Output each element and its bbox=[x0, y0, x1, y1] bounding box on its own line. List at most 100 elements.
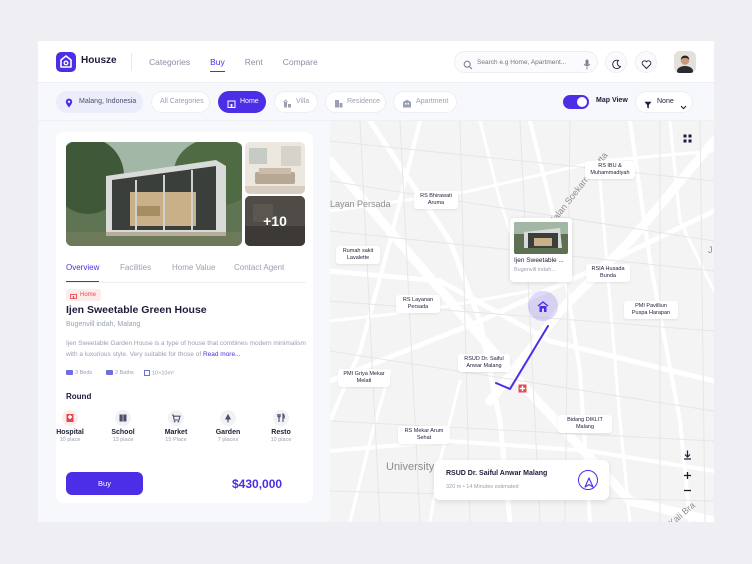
tab-home-value[interactable]: Home Value bbox=[172, 263, 215, 282]
house-icon bbox=[537, 300, 549, 318]
book-icon bbox=[115, 410, 131, 426]
header-divider bbox=[131, 53, 132, 71]
main-nav: Categories Buy Rent Compare bbox=[149, 41, 338, 83]
zoom-out-icon[interactable] bbox=[680, 485, 694, 499]
hospital-icon bbox=[62, 410, 78, 426]
property-map-card[interactable]: Ijen Sweetable ... Bugenvill indah... bbox=[510, 218, 572, 282]
round-title: Round bbox=[66, 392, 92, 401]
navigation-arrow-icon bbox=[584, 475, 594, 493]
map-label-pmi-pavilliun[interactable]: PMI Pavilliun Puspa Harapan bbox=[624, 301, 678, 319]
type-badge: Home bbox=[66, 289, 102, 301]
house-icon bbox=[227, 97, 236, 117]
search-input[interactable] bbox=[477, 57, 577, 68]
map-label-pmi-griya[interactable]: PMI Griya Mekar Melati bbox=[338, 369, 390, 387]
cutlery-icon bbox=[273, 410, 289, 426]
tree-icon bbox=[220, 410, 236, 426]
category-villa[interactable]: Villa bbox=[274, 91, 318, 113]
location-label: Malang, Indonesia bbox=[79, 98, 137, 105]
map-label-lavalette[interactable]: Rumah sakit Lavalette bbox=[336, 246, 380, 264]
favorites-button[interactable] bbox=[635, 51, 657, 73]
avatar[interactable] bbox=[674, 51, 696, 73]
spec-area: 10×10m² bbox=[144, 370, 174, 376]
map-label-rs-mekar[interactable]: RS Mekar Arum Sehat bbox=[398, 426, 450, 444]
search-bar[interactable] bbox=[454, 51, 598, 73]
tab-overview[interactable]: Overview bbox=[66, 263, 100, 282]
property-map-card-subtitle: Bugenvill indah... bbox=[514, 267, 556, 273]
filter-icon bbox=[644, 98, 652, 118]
more-photos-count: +10 bbox=[245, 196, 305, 246]
category-apartment-label: Apartment bbox=[416, 98, 449, 105]
property-main-photo[interactable] bbox=[66, 142, 242, 246]
property-thumb-1[interactable] bbox=[245, 142, 305, 194]
category-residence-label: Residence bbox=[347, 98, 381, 105]
route-card[interactable]: RSUD Dr. Saiful Anwar Malang 320 m • 14 … bbox=[434, 460, 609, 500]
residence-icon bbox=[334, 97, 343, 117]
sort-label: None bbox=[657, 98, 674, 105]
dark-mode-button[interactable] bbox=[605, 51, 627, 73]
map-label-rs-bhirawati[interactable]: RS Bhirawati Aruma bbox=[414, 191, 458, 209]
microphone-icon[interactable] bbox=[583, 57, 591, 75]
property-map-pin[interactable] bbox=[528, 291, 558, 321]
top-header: Housze Categories Buy Rent Compare bbox=[38, 41, 714, 83]
filter-bar: Malang, Indonesia All Categories Home Vi… bbox=[38, 83, 714, 121]
read-more-link[interactable]: Read more... bbox=[203, 351, 241, 358]
bed-icon bbox=[66, 370, 73, 376]
amenity-market[interactable]: Market 15 Place bbox=[154, 410, 198, 443]
category-residence[interactable]: Residence bbox=[325, 91, 386, 113]
hospital-marker-icon[interactable] bbox=[518, 380, 527, 398]
search-icon bbox=[463, 57, 473, 75]
area-icon bbox=[144, 370, 150, 376]
logo-icon[interactable] bbox=[56, 52, 76, 72]
map-label-rsia-husada[interactable]: RSIA Husada Bunda bbox=[586, 264, 630, 282]
spec-beds: 3 Beds bbox=[66, 370, 92, 376]
tab-facilities[interactable]: Facilities bbox=[120, 263, 151, 282]
listing-tabs: Overview Facilities Home Value Contact A… bbox=[66, 263, 306, 283]
location-chip[interactable]: Malang, Indonesia bbox=[56, 91, 143, 113]
property-location: Bugenvill indah, Malang bbox=[66, 321, 141, 328]
description-text: Ijen Sweetable Garden House is a type of… bbox=[66, 340, 306, 358]
route-meta: 320 m • 14 Minutes estimated bbox=[446, 484, 519, 490]
fullscreen-icon[interactable] bbox=[680, 133, 694, 147]
sort-dropdown[interactable]: None bbox=[635, 91, 693, 113]
nav-compare[interactable]: Compare bbox=[283, 41, 318, 83]
amenity-resto[interactable]: Resto 10 place bbox=[259, 410, 303, 443]
amenity-garden[interactable]: Garden 7 places bbox=[206, 410, 250, 443]
app-window: Housze Categories Buy Rent Compare Searc… bbox=[38, 41, 714, 522]
property-map-card-photo bbox=[514, 222, 568, 254]
street-label-5: J bbox=[708, 245, 713, 255]
nav-buy[interactable]: Buy bbox=[210, 41, 225, 83]
amenity-hospital[interactable]: Hospital 10 place bbox=[48, 410, 92, 443]
map-label-bidang-diklit[interactable]: Bidang DIKLIT Malang bbox=[558, 415, 612, 433]
map-label-rs-layanan[interactable]: RS Layanan Persada bbox=[396, 295, 440, 313]
cart-icon bbox=[168, 410, 184, 426]
category-home[interactable]: Home bbox=[218, 91, 266, 113]
route-destination: RSUD Dr. Saiful Anwar Malang bbox=[446, 470, 548, 477]
amenity-school[interactable]: School 13 place bbox=[101, 410, 145, 443]
category-villa-label: Villa bbox=[296, 98, 310, 105]
download-icon[interactable] bbox=[680, 450, 694, 464]
map-label-rsud[interactable]: RSUD Dr. Saiful Anwar Malang bbox=[458, 354, 510, 372]
type-badge-label: Home bbox=[80, 292, 97, 298]
property-thumb-more[interactable]: +10 bbox=[245, 196, 305, 246]
moon-icon bbox=[611, 57, 622, 75]
map-view-toggle[interactable] bbox=[563, 95, 589, 109]
category-apartment[interactable]: Apartment bbox=[393, 91, 457, 113]
map-label-rs-ibu[interactable]: RS IBU & Muhammadiyah bbox=[585, 161, 635, 179]
property-price: $430,000 bbox=[232, 477, 283, 491]
map-view-label: Map View bbox=[596, 97, 628, 104]
zoom-in-icon[interactable] bbox=[680, 470, 694, 484]
nav-categories[interactable]: Categories bbox=[149, 41, 190, 83]
chevron-down-icon bbox=[680, 99, 687, 119]
listing-card: +10 Overview Facilities Home Value Conta… bbox=[56, 132, 313, 503]
street-label-3: University bbox=[386, 461, 435, 473]
bath-icon bbox=[106, 370, 113, 376]
nav-rent[interactable]: Rent bbox=[245, 41, 263, 83]
apartment-icon bbox=[402, 97, 412, 117]
property-description: Ijen Sweetable Garden House is a type of… bbox=[66, 338, 306, 360]
tab-contact-agent[interactable]: Contact Agent bbox=[234, 263, 284, 282]
buy-button[interactable]: Buy bbox=[66, 472, 143, 495]
navigate-button[interactable] bbox=[578, 470, 598, 490]
category-all[interactable]: All Categories bbox=[151, 91, 210, 113]
map-view[interactable]: Layan Persada Jalan Soekarno-Hatta Unive… bbox=[330, 121, 714, 522]
villa-icon bbox=[283, 97, 292, 117]
